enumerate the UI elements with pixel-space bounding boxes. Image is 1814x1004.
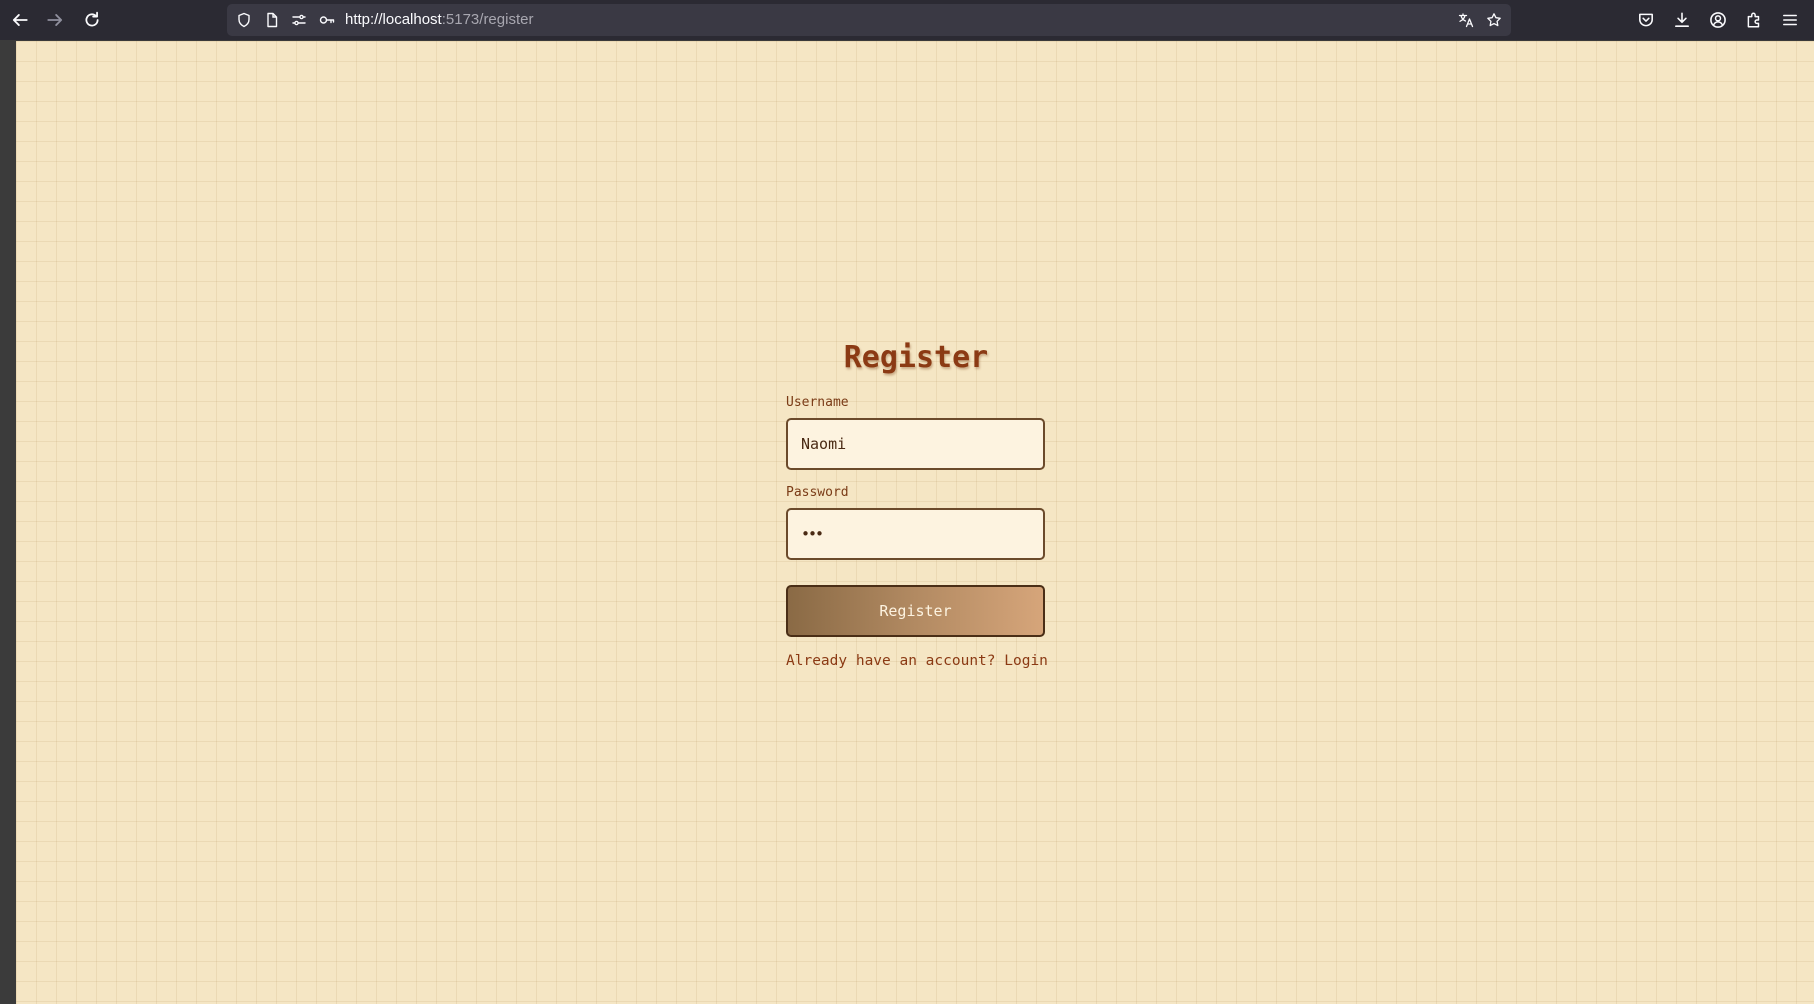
extensions-button[interactable] xyxy=(1742,8,1766,32)
forward-button[interactable] xyxy=(43,8,67,32)
url-host: http://localhost xyxy=(345,11,442,28)
login-prompt-text: Already have an account? xyxy=(786,653,996,669)
login-prompt: Already have an account? Login xyxy=(786,653,1048,669)
star-icon[interactable] xyxy=(1485,11,1503,29)
register-form: Register Username Naomi Password ••• Reg… xyxy=(786,333,1048,669)
shield-icon[interactable] xyxy=(235,11,253,29)
url-text[interactable]: http://localhost:5173/register xyxy=(345,4,533,36)
downloads-button[interactable] xyxy=(1670,8,1694,32)
browser-toolbar: http://localhost:5173/register xyxy=(0,0,1814,40)
hamburger-menu-icon xyxy=(1783,14,1797,26)
password-label: Password xyxy=(786,485,849,500)
username-input[interactable]: Naomi xyxy=(786,418,1045,470)
pocket-button[interactable] xyxy=(1634,8,1658,32)
arrow-right-icon xyxy=(47,14,63,26)
register-button[interactable]: Register xyxy=(786,585,1045,637)
menu-button[interactable] xyxy=(1778,8,1802,32)
translate-icon[interactable] xyxy=(1457,11,1475,29)
page-viewport: Register Username Naomi Password ••• Reg… xyxy=(16,41,1814,1004)
pocket-icon xyxy=(1639,13,1653,27)
window-edge xyxy=(0,40,16,1004)
username-label: Username xyxy=(786,395,849,410)
puzzle-icon xyxy=(1747,12,1760,28)
key-icon[interactable] xyxy=(318,11,336,29)
permissions-icon[interactable] xyxy=(290,11,308,29)
download-icon xyxy=(1675,12,1689,27)
account-button[interactable] xyxy=(1706,8,1730,32)
password-input[interactable]: ••• xyxy=(786,508,1045,560)
account-icon xyxy=(1710,12,1726,28)
page-icon[interactable] xyxy=(263,11,281,29)
reload-button[interactable] xyxy=(80,8,104,32)
login-link[interactable]: Login xyxy=(1004,653,1048,669)
back-button[interactable] xyxy=(8,8,32,32)
url-path: :5173/register xyxy=(441,11,534,28)
arrow-left-icon xyxy=(12,14,28,26)
page-title: Register xyxy=(843,340,989,375)
address-bar[interactable]: http://localhost:5173/register xyxy=(227,4,1511,36)
reload-icon xyxy=(85,11,99,27)
